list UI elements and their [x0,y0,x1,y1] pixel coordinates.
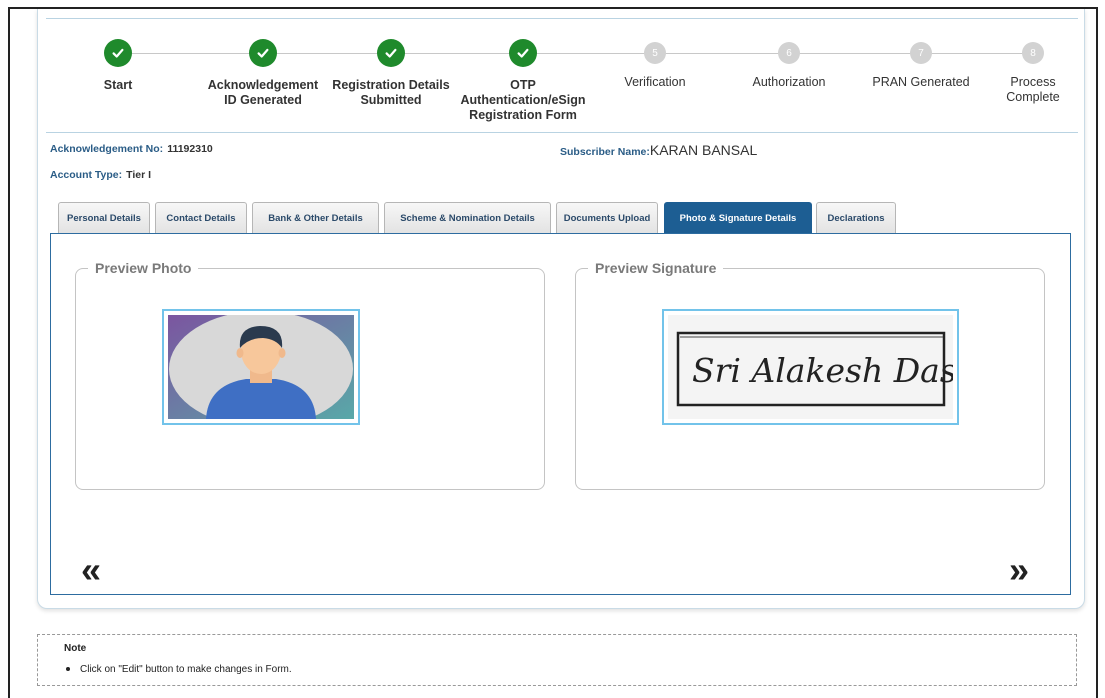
step-number-badge: 7 [910,42,932,64]
svg-text:Sri Alakesh Das.: Sri Alakesh Das. [692,351,953,390]
note-item-text: Click on "Edit" button to make changes i… [80,664,292,675]
previous-page-button[interactable]: « [81,552,101,588]
app-frame: Start Acknowledgement ID Generated Regist… [8,7,1098,698]
note-title: Note [64,643,87,654]
photo-preview[interactable] [162,309,360,427]
registration-card: Start Acknowledgement ID Generated Regist… [37,9,1085,609]
tab-personal-details[interactable]: Personal Details [58,202,150,233]
user-avatar-icon [168,311,354,427]
step-complete-icon [509,39,537,67]
step-authorization: 6 Authorization [719,39,859,90]
subscriber-info: Subscriber Name:KARAN BANSAL [560,142,757,158]
step-label: Start [103,78,133,92]
step-number-badge: 8 [1022,42,1044,64]
subscriber-label: Subscriber Name: [560,146,650,158]
stepper-divider [46,132,1078,133]
step-label: OTP Authentication/eSign Registration Form [460,78,586,122]
subscriber-value: KARAN BANSAL [649,142,758,158]
step-start: Start [48,39,188,93]
preview-photo-legend: Preview Photo [95,260,192,276]
step-label: Acknowledgement ID Generated [207,78,319,107]
acknowledgement-value: 11192310 [167,143,213,155]
step-label: Registration Details Submitted [332,78,450,107]
acknowledgement-label: Acknowledgement No: [50,143,164,155]
account-type-label: Account Type: [50,169,123,181]
step-verification: 5 Verification [585,39,725,90]
progress-stepper: Start Acknowledgement ID Generated Regist… [38,39,1086,129]
step-complete-icon [104,39,132,67]
next-page-button[interactable]: » [1009,552,1029,588]
preview-signature-legend: Preview Signature [595,260,717,276]
step-process-complete: 8 Process Complete [963,39,1103,105]
tab-photo-signature-details[interactable]: Photo & Signature Details [664,202,812,233]
step-otp-esign: OTP Authentication/eSign Registration Form [453,39,593,123]
step-complete-icon [377,39,405,67]
tab-declarations[interactable]: Declarations [816,202,896,233]
step-label: Authorization [752,75,826,89]
tab-scheme-nomination-details[interactable]: Scheme & Nomination Details [384,202,551,233]
top-divider [46,18,1078,19]
signature-image: Sri Alakesh Das. [668,315,967,419]
account-type-info: Account Type: Tier I [50,169,151,181]
step-complete-icon [249,39,277,67]
step-number-badge: 6 [778,42,800,64]
signature-preview[interactable]: Sri Alakesh Das. [662,309,967,425]
step-label: Verification [624,75,686,89]
acknowledgement-info: Acknowledgement No: 11192310 [50,143,213,155]
account-type-value: Tier I [126,169,152,181]
step-number-badge: 5 [644,42,666,64]
tab-documents-upload[interactable]: Documents Upload [556,202,658,233]
bullet-icon [66,667,70,672]
tab-bank-other-details[interactable]: Bank & Other Details [252,202,379,233]
tab-contact-details[interactable]: Contact Details [155,202,247,233]
step-label: Process Complete [1006,75,1060,104]
note-item: Click on "Edit" button to make changes i… [66,664,292,675]
photo-signature-panel: Preview Photo Preview Signature Sri Alak… [50,233,1071,595]
note-box: Note Click on "Edit" button to make chan… [37,634,1077,686]
step-acknowledgement: Acknowledgement ID Generated [193,39,333,108]
step-registration-submitted: Registration Details Submitted [321,39,461,108]
